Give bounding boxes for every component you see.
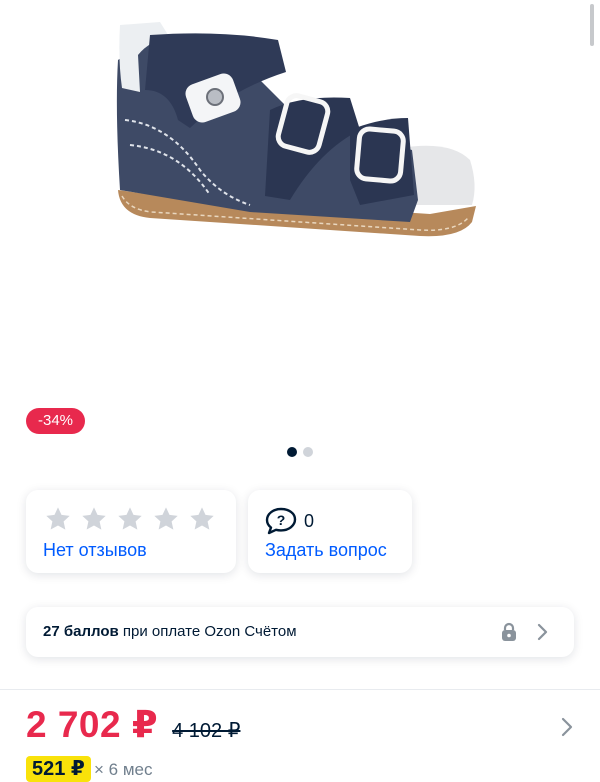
star-icon	[154, 507, 178, 530]
product-image[interactable]	[0, 0, 600, 470]
installment-text: × 6 мес	[94, 760, 153, 779]
star-icon	[118, 507, 142, 530]
rating-stars	[44, 505, 216, 533]
price-row: 2 702 ₽ 4 102 ₽	[26, 703, 240, 746]
discount-badge: -34%	[26, 408, 86, 434]
ask-question-link[interactable]: Задать вопрос	[265, 540, 387, 561]
installment-badge[interactable]: 521 ₽	[26, 756, 91, 782]
lock-icon	[502, 622, 516, 641]
chevron-right-icon[interactable]	[536, 623, 548, 641]
no-reviews-link[interactable]: Нет отзывов	[43, 540, 147, 561]
bonus-text: 27 баллов при оплате Ozon Счётом	[43, 623, 297, 640]
price-chevron-icon[interactable]	[560, 716, 574, 738]
questions-card[interactable]: ? 0 Задать вопрос	[248, 490, 412, 573]
star-icon	[82, 507, 106, 530]
question-bubble-icon: ?	[265, 507, 297, 535]
carousel-dots[interactable]	[287, 447, 313, 457]
carousel-dot[interactable]	[303, 447, 313, 457]
bonus-points: 27 баллов	[43, 623, 119, 640]
star-icon	[190, 507, 214, 530]
bonus-card[interactable]: 27 баллов при оплате Ozon Счётом	[26, 607, 574, 657]
star-icon	[46, 507, 70, 530]
old-price: 4 102 ₽	[172, 720, 241, 742]
carousel-dot-active[interactable]	[287, 447, 297, 457]
bonus-description: при оплате Ozon Счётом	[118, 623, 297, 640]
reviews-card[interactable]: Нет отзывов	[26, 490, 236, 573]
svg-text:?: ?	[277, 512, 286, 528]
current-price: 2 702 ₽	[26, 704, 159, 745]
divider	[0, 689, 600, 690]
questions-count: 0	[304, 510, 315, 531]
